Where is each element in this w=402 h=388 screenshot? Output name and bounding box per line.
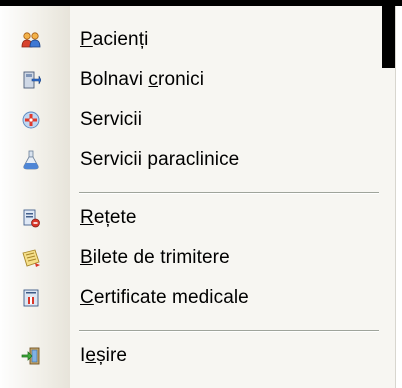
menu-item-label: Ieșire [80,345,128,366]
referral-tickets-icon [21,248,41,268]
menu-item-paraclinical-services[interactable]: Servicii paraclinice [0,140,380,180]
menu-item-patients[interactable]: Pacienți [0,20,380,60]
menu-item-label: Rețete [80,207,137,228]
patients-icon [21,30,41,50]
chronic-patients-icon [21,70,41,90]
menu-item-label: Servicii [80,109,143,130]
menu-item-chronic-patients[interactable]: Bolnavi cronici [0,60,380,100]
menu-item-prescriptions[interactable]: Rețete [0,198,380,238]
menu-separator [79,330,379,332]
menu-item-exit[interactable]: Ieșire [0,336,380,376]
menu-item-medical-certificates[interactable]: Certificate medicale [0,278,380,318]
prescriptions-icon [21,208,41,228]
menu-item-label: Certificate medicale [80,287,249,308]
context-menu: Pacienți Bolnavi cronici Servicii Servic… [0,6,402,388]
paraclinical-services-icon [21,150,41,170]
medical-certificates-icon [21,288,41,308]
menu-item-services[interactable]: Servicii [0,100,380,140]
services-icon [21,110,41,130]
menu-item-referral-tickets[interactable]: Bilete de trimitere [0,238,380,278]
menu-scroll-indicator [382,6,396,68]
exit-icon [21,346,41,366]
menu-item-label: Bolnavi cronici [80,69,205,90]
menu-right-edge [395,6,402,388]
menu-separator [79,192,379,194]
menu-item-label: Pacienți [80,29,149,50]
menu-item-label: Bilete de trimitere [80,247,230,268]
menu-item-label: Servicii paraclinice [80,149,240,170]
